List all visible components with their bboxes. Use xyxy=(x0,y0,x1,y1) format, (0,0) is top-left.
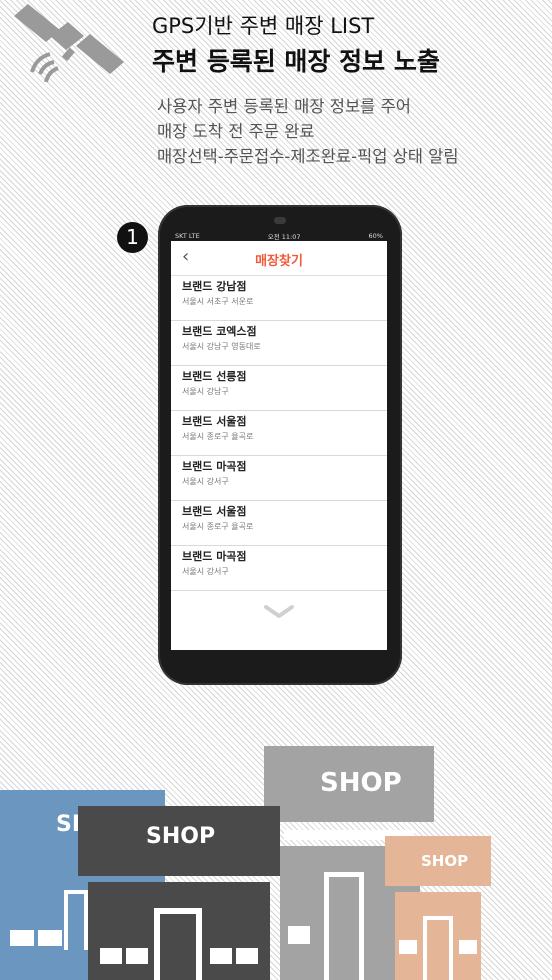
store-address: 서울시 강서구 xyxy=(182,477,229,486)
shop-sign: SHOP xyxy=(320,768,402,798)
list-item[interactable]: 브랜드 마곡점 서울시 강서구 xyxy=(171,546,387,591)
app-bar: ‹ 매장찾기 xyxy=(171,241,387,276)
shop-illustrations: SH SHOP SHOP SHOP xyxy=(0,740,552,980)
phone-screen: SKT LTE 오전 11:07 60% ‹ 매장찾기 브랜드 강남점 서울시 … xyxy=(171,230,387,650)
description-line: 매장선택-주문접수-제조완료-픽업 상태 알림 xyxy=(157,147,459,166)
list-item[interactable]: 브랜드 서울점 서울시 종로구 율곡로 xyxy=(171,411,387,456)
store-name: 브랜드 강남점 xyxy=(182,280,247,293)
phone-mockup: SKT LTE 오전 11:07 60% ‹ 매장찾기 브랜드 강남점 서울시 … xyxy=(158,205,402,685)
list-item[interactable]: 브랜드 선릉점 서울시 강남구 xyxy=(171,366,387,411)
store-name: 브랜드 마곡점 xyxy=(182,460,247,473)
description-line: 매장 도착 전 주문 완료 xyxy=(157,122,315,141)
chevron-down-icon[interactable] xyxy=(263,604,295,620)
description: 사용자 주변 등록된 매장 정보를 주어 매장 도착 전 주문 완료 매장선택-… xyxy=(157,94,459,169)
list-item[interactable]: 브랜드 코엑스점 서울시 강남구 영동대로 xyxy=(171,321,387,366)
shop-sign: SHOP xyxy=(146,824,216,849)
step-badge: 1 xyxy=(117,222,148,253)
shop-building-peach: SHOP xyxy=(385,836,491,980)
carrier-text: SKT LTE xyxy=(175,231,200,240)
clock-text: 오전 11:07 xyxy=(267,232,301,241)
store-address: 서울시 종로구 율곡로 xyxy=(182,432,254,441)
store-address: 서울시 강서구 xyxy=(182,567,229,576)
store-address: 서울시 강남구 영동대로 xyxy=(182,342,261,351)
satellite-icon xyxy=(14,4,124,83)
store-name: 브랜드 마곡점 xyxy=(182,550,247,563)
store-name: 브랜드 서울점 xyxy=(182,505,247,518)
description-line: 사용자 주변 등록된 매장 정보를 주어 xyxy=(157,97,411,116)
shop-building-dark: SHOP xyxy=(78,806,280,980)
shop-sign: SHOP xyxy=(421,852,469,870)
list-item[interactable]: 브랜드 서울점 서울시 종로구 율곡로 xyxy=(171,501,387,546)
store-name: 브랜드 선릉점 xyxy=(182,370,247,383)
page-title: 매장찾기 xyxy=(255,254,303,269)
phone-speaker xyxy=(274,217,286,224)
store-address: 서울시 서초구 서운로 xyxy=(182,297,254,306)
store-address: 서울시 종로구 율곡로 xyxy=(182,522,254,531)
battery-text: 60% xyxy=(368,231,383,240)
store-address: 서울시 강남구 xyxy=(182,387,229,396)
store-name: 브랜드 코엑스점 xyxy=(182,325,257,338)
list-item[interactable]: 브랜드 강남점 서울시 서초구 서운로 xyxy=(171,276,387,321)
store-list: 브랜드 강남점 서울시 서초구 서운로 브랜드 코엑스점 서울시 강남구 영동대… xyxy=(171,276,387,591)
store-name: 브랜드 서울점 xyxy=(182,415,247,428)
status-bar: SKT LTE 오전 11:07 60% xyxy=(171,230,387,241)
headline-secondary: 주변 등록된 매장 정보 노출 xyxy=(152,47,440,76)
headline-primary: GPS기반 주변 매장 LIST xyxy=(152,14,375,38)
list-item[interactable]: 브랜드 마곡점 서울시 강서구 xyxy=(171,456,387,501)
